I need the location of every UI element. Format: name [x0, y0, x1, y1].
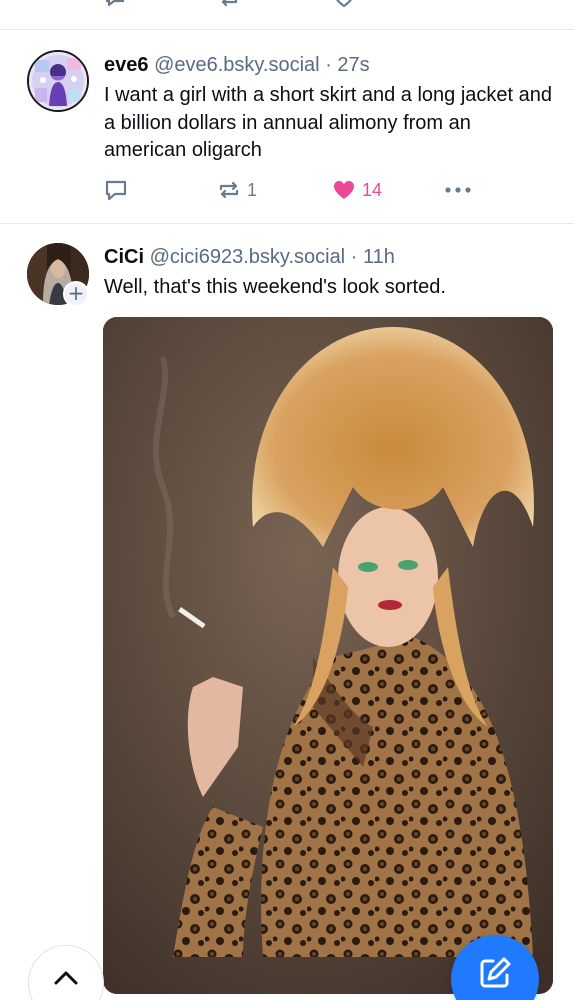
- reply-icon: [105, 180, 127, 201]
- heart-icon: [334, 181, 354, 199]
- heart-icon[interactable]: [333, 0, 355, 8]
- plus-icon: +: [67, 281, 85, 305]
- photo-woman-beehive-leopard-coat: [103, 317, 553, 994]
- timestamp[interactable]: 11h: [363, 246, 395, 268]
- display-name[interactable]: eve6: [104, 54, 149, 76]
- avatar[interactable]: [27, 50, 89, 112]
- repost-icon[interactable]: [218, 0, 240, 8]
- handle[interactable]: @eve6.bsky.social: [154, 54, 320, 76]
- feed-post[interactable]: + CiCi @cici6923.bsky.social · 11h Well,…: [0, 225, 574, 1000]
- compose-icon: [480, 957, 511, 988]
- follow-plus-button[interactable]: +: [63, 281, 89, 307]
- feed-post[interactable]: eve6 @eve6.bsky.social · 27s I want a gi…: [0, 31, 574, 224]
- post-header: eve6 @eve6.bsky.social · 27s: [104, 53, 370, 77]
- more-icon: [445, 187, 471, 193]
- handle[interactable]: @cici6923.bsky.social: [150, 246, 346, 268]
- chevron-up-icon: [54, 971, 78, 985]
- repost-count: 1: [247, 179, 258, 200]
- reply-button[interactable]: [104, 177, 128, 203]
- repost-button[interactable]: 1: [217, 177, 257, 203]
- repost-icon: [219, 181, 239, 199]
- post-image[interactable]: [103, 317, 553, 994]
- previous-post-actions: [0, 0, 574, 30]
- post-text: Well, that's this weekend's look sorted.: [104, 276, 446, 298]
- post-text: I want a girl with a short skirt and a l…: [104, 84, 553, 161]
- reply-icon[interactable]: [104, 0, 126, 8]
- like-count: 14: [362, 179, 383, 200]
- timestamp[interactable]: 27s: [337, 54, 369, 76]
- display-name[interactable]: CiCi: [104, 246, 144, 268]
- more-options-button[interactable]: [444, 177, 472, 203]
- post-actions: 1 14: [104, 177, 484, 203]
- like-button[interactable]: 14: [332, 177, 382, 203]
- post-header: CiCi @cici6923.bsky.social · 11h: [104, 245, 395, 269]
- separator: ·: [350, 246, 358, 268]
- separator: ·: [325, 54, 332, 76]
